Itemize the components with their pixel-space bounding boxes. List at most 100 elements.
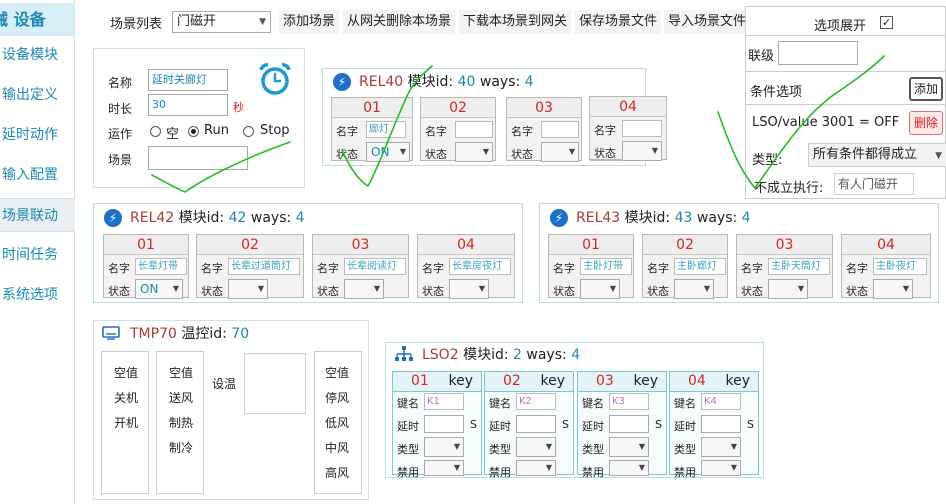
key-delay-input[interactable] [424, 415, 464, 433]
key-disable-select[interactable]: ▼ [609, 460, 649, 476]
slot-name-input[interactable]: 主卧夜灯 [873, 258, 927, 275]
cascade-input[interactable] [778, 41, 858, 65]
slot-state-select[interactable]: ▼ [455, 142, 493, 162]
delete-from-gateway-button[interactable]: 从网关删除本场景 [343, 10, 456, 34]
key-disable-select[interactable]: ▼ [424, 460, 464, 476]
key-delay-input[interactable] [516, 415, 556, 433]
sidebar-item-delay-action[interactable]: 延时动作 [0, 118, 75, 152]
slot-name-label: 名字 [201, 262, 223, 275]
slot-state-label: 状态 [594, 147, 616, 160]
key-type-select[interactable]: ▼ [609, 437, 649, 457]
ways-label: ways: [696, 210, 738, 226]
chevron-down-icon: ▼ [453, 463, 460, 472]
power-option[interactable]: 关机 [114, 389, 138, 406]
slot-name-input[interactable]: 长辈房夜灯 [449, 258, 511, 275]
key-delay-input[interactable] [701, 415, 741, 433]
slot-state-select[interactable]: ▼ [622, 141, 662, 161]
expand-options-checkbox[interactable]: ✓ [880, 16, 893, 29]
slot-name-input[interactable]: 长辈过道筒灯 [228, 258, 300, 275]
slot-state-select[interactable]: ON ▼ [135, 279, 183, 299]
set-temp-list[interactable] [244, 353, 306, 414]
fan-speed-option[interactable]: 中风 [325, 439, 349, 456]
key-type-label: 类型 [674, 443, 696, 456]
slot-state-select[interactable]: ▼ [228, 279, 268, 299]
download-to-gateway-button[interactable]: 下载本场景到网关 [459, 10, 572, 34]
key-name-input[interactable]: K3 [609, 393, 649, 410]
scene-select[interactable]: 门磁开 ▼ [172, 11, 271, 33]
hvac-mode-option[interactable]: 空值 [169, 364, 193, 381]
key-delay-input[interactable] [609, 415, 649, 433]
slot-state-select[interactable]: ▼ [768, 279, 808, 299]
power-option[interactable]: 开机 [114, 414, 138, 431]
condition-type-label: 类型: [752, 153, 783, 168]
slot-state-select[interactable]: ON ▼ [366, 142, 410, 162]
slot-name-input[interactable]: 主卧廊灯 [674, 258, 726, 275]
hvac-mode-option[interactable]: 制热 [169, 414, 193, 431]
sidebar-item-device-module[interactable]: 设备模块 [0, 38, 75, 72]
fan-speed-option[interactable]: 停风 [325, 389, 349, 406]
sidebar-item-input-config[interactable]: 输入配置 [0, 158, 75, 192]
sidebar-item-system-options[interactable]: 系统选项 [0, 278, 75, 312]
key-type-select[interactable]: ▼ [424, 437, 464, 457]
slot-state-value: ON [371, 145, 390, 159]
chevron-down-icon: ▼ [703, 284, 710, 293]
rel40-header: REL40 模块id: 40 ways: 4 [359, 72, 534, 92]
rel40-ways: 4 [524, 74, 534, 90]
run-radio-empty[interactable] [150, 126, 161, 137]
sidebar-item-time-task[interactable]: 时间任务 [0, 238, 75, 272]
run-radio-run[interactable] [188, 126, 199, 137]
slot-state-select[interactable]: ▼ [674, 279, 714, 299]
duration-input[interactable]: 30 [148, 94, 228, 116]
sidebar-item-scene-linkage[interactable]: 场景联动 [0, 198, 75, 232]
key-type-select[interactable]: ▼ [516, 437, 556, 457]
slot-name-label: 名字 [553, 262, 575, 275]
slot-number: 02 [643, 235, 727, 255]
chevron-down-icon: ▼ [568, 147, 575, 156]
add-scene-button[interactable]: 添加场景 [279, 10, 340, 34]
delete-condition-button[interactable]: 删除 [909, 111, 943, 135]
save-scene-file-button[interactable]: 保存场景文件 [575, 10, 662, 34]
slot-name-input[interactable] [455, 121, 493, 138]
key-disable-select[interactable]: ▼ [516, 460, 556, 476]
slot-state-select[interactable]: ▼ [873, 279, 913, 299]
slot-name-input[interactable]: 长辈阅读灯 [344, 258, 406, 275]
add-condition-button[interactable]: 添加 [909, 77, 943, 101]
scene-name-input[interactable]: 延时关廊灯 [148, 69, 228, 91]
chevron-down-icon: ▼ [399, 147, 406, 156]
fan-speed-option[interactable]: 空值 [325, 364, 349, 381]
scene-ref-label: 场景 [108, 153, 133, 167]
hvac-mode-option[interactable]: 送风 [169, 389, 193, 406]
slot-name-input[interactable]: 廊灯 [366, 121, 406, 138]
sidebar-item-output-definition[interactable]: 输出定义 [0, 78, 75, 112]
run-radio-stop[interactable] [243, 126, 254, 137]
key-name-input[interactable]: K2 [516, 393, 556, 410]
slot-name-input[interactable] [541, 121, 579, 138]
key-name-input[interactable]: K1 [424, 393, 464, 410]
fan-speed-option[interactable]: 高风 [325, 464, 349, 481]
import-scene-file-button[interactable]: 导入场景文件 [664, 10, 748, 34]
ways-label: ways: [526, 347, 567, 363]
slot-state-select[interactable]: ▼ [580, 279, 620, 299]
slot-state-select[interactable]: ▼ [541, 142, 579, 162]
slot-name-input[interactable]: 主卧灯带 [580, 258, 632, 275]
key-number: 02 [503, 373, 521, 389]
hvac-mode-option[interactable]: 制冷 [169, 439, 193, 456]
slot-name-input[interactable] [622, 120, 662, 137]
else-scene-input[interactable]: 有人门磁开 [834, 173, 914, 195]
sidebar-brand: 械 设备 [0, 3, 75, 36]
slot-name-input[interactable]: 主卧天筒灯 [768, 258, 830, 275]
power-option[interactable]: 空值 [114, 364, 138, 381]
scene-list-label: 场景列表 [110, 17, 163, 32]
key-type-select[interactable]: ▼ [701, 437, 741, 457]
slot-state-label: 状态 [336, 148, 358, 161]
scene-ref-input[interactable] [148, 146, 248, 170]
key-disable-select[interactable]: ▼ [701, 460, 741, 476]
fan-speed-option[interactable]: 低风 [325, 414, 349, 431]
slot-state-select[interactable]: ▼ [344, 279, 384, 299]
chevron-down-icon: ▼ [638, 442, 645, 451]
key-name-input[interactable]: K4 [701, 393, 741, 410]
slot-state-select[interactable]: ▼ [449, 279, 489, 299]
slot-name-input[interactable]: 长辈灯带 [135, 258, 187, 275]
chevron-down-icon: ▼ [545, 442, 552, 451]
condition-type-select[interactable]: 所有条件都得成立 ▼ [808, 143, 946, 167]
